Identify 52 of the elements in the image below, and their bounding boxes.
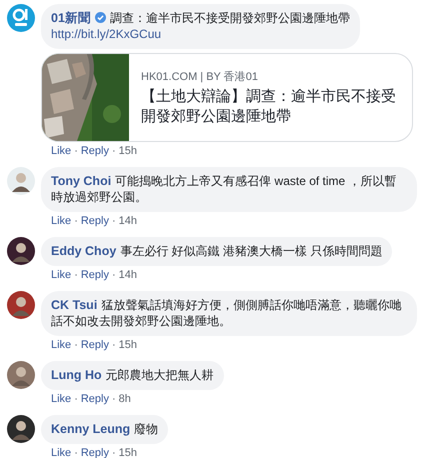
comment-action-link[interactable]: Reply <box>80 215 109 227</box>
comment-action-link[interactable]: Reply <box>80 447 109 458</box>
preview-source: HK01.COM | BY 香港01 <box>141 70 259 84</box>
avatar-icon[interactable] <box>7 291 35 319</box>
comment-action-link[interactable]: Reply <box>80 393 109 405</box>
comment-time: 14h <box>118 215 138 227</box>
comment-action-link[interactable]: Like <box>51 215 72 227</box>
comment-text: Eddy Choy 事左必行 好似高鐵 港豬澳大橋一樣 只係時間問題 <box>51 243 382 259</box>
comment-action-link[interactable]: Like <box>51 269 72 281</box>
post-link[interactable]: http://bit.ly/2KxGCuu <box>51 26 350 42</box>
comment-text: 01新聞 調查：逾半市民不接受開發郊野公園邊陲地帶 <box>51 10 350 26</box>
author-name[interactable]: 01新聞 <box>51 11 91 25</box>
comment-action-link[interactable]: Like <box>51 393 72 405</box>
avatar-icon[interactable] <box>7 361 35 389</box>
author-name[interactable]: Lung Ho <box>51 368 102 382</box>
logo-icon[interactable] <box>7 4 35 32</box>
separator-dot: · <box>112 393 116 405</box>
separator-dot: · <box>112 215 116 227</box>
comment-action-link[interactable]: Reply <box>80 269 109 281</box>
preview-headline: 【土地大辯論】調查：逾半市民不接受開發郊野公園邊陲地帶 <box>141 86 397 126</box>
author-name[interactable]: Eddy Choy <box>51 244 116 258</box>
separator-dot: · <box>74 447 78 458</box>
author-name[interactable]: Tony Choi <box>51 174 112 188</box>
comment-action-link[interactable]: Like <box>51 339 72 351</box>
comment-text: Kenny Leung 廢物 <box>51 421 158 437</box>
separator-dot: · <box>74 393 78 405</box>
comment-action-link[interactable]: Like <box>51 145 72 157</box>
comment-time: 15h <box>118 145 138 157</box>
comment-time: 8h <box>118 393 131 405</box>
comment-action-link[interactable]: Reply <box>80 339 109 351</box>
separator-dot: · <box>74 339 78 351</box>
avatar-icon[interactable] <box>7 167 35 195</box>
comment-time: 15h <box>118 447 138 458</box>
comment-action-link[interactable]: Like <box>51 447 72 458</box>
separator-dot: · <box>112 339 116 351</box>
comment-text: Tony Choi 可能搗晚北方上帝又有感召俾 waste of time ，所以暫時放過郊野公園。 <box>51 173 398 205</box>
comment-text: Lung Ho 元郎農地大把無人耕 <box>51 367 214 383</box>
comment-time: 14h <box>118 269 138 281</box>
separator-dot: · <box>74 215 78 227</box>
link-preview-card[interactable]: HK01.COM | BY 香港01 【土地大辯論】調查：逾半市民不接受開發郊野公園邊陲地帶 <box>41 53 413 142</box>
comment-time: 15h <box>118 339 138 351</box>
comment-action-link[interactable]: Reply <box>80 145 109 157</box>
author-name[interactable]: Kenny Leung <box>51 422 130 436</box>
separator-dot: · <box>74 145 78 157</box>
author-name[interactable]: CK Tsui <box>51 298 98 312</box>
comment-text: CK Tsui 猛放聲氣話填海好方便，側側膊話你哋唔滿意，聽曬你哋話不如改去開發郊野公園邊陲地。 <box>51 297 402 329</box>
separator-dot: · <box>112 447 116 458</box>
avatar-icon[interactable] <box>7 237 35 265</box>
separator-dot: · <box>74 269 78 281</box>
separator-dot: · <box>112 269 116 281</box>
separator-dot: · <box>112 145 116 157</box>
avatar-icon[interactable] <box>7 415 35 443</box>
